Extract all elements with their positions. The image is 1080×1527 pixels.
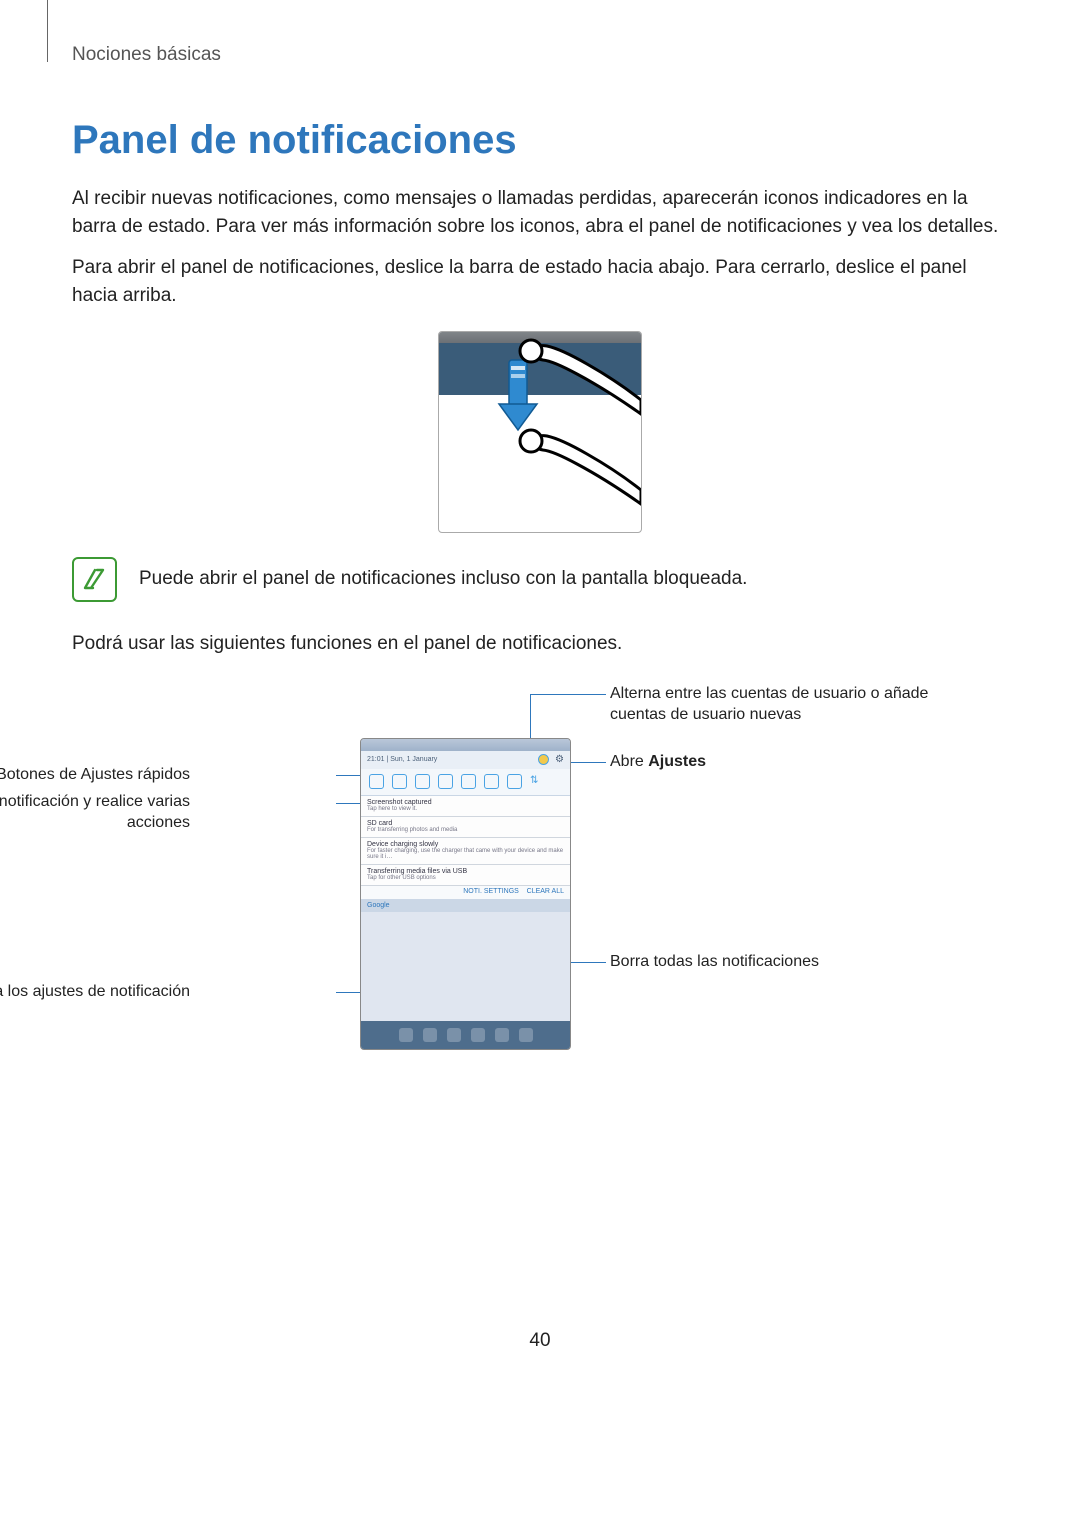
clear-all-link[interactable]: CLEAR ALL bbox=[527, 888, 564, 895]
note-text: Puede abrir el panel de notificaciones i… bbox=[139, 565, 747, 593]
notification-panel-diagram: Alterna entre las cuentas de usuario o a… bbox=[72, 680, 1008, 1070]
user-switch-icon[interactable] bbox=[538, 754, 549, 765]
callout-tap-notification: Pulse una notificación y realice varias … bbox=[0, 792, 190, 834]
note-icon bbox=[72, 557, 117, 602]
callout-quick-settings: Botones de Ajustes rápidos bbox=[0, 765, 190, 786]
callout-open-settings: Abre Ajustes bbox=[610, 752, 930, 773]
noti-settings-link[interactable]: NOTI. SETTINGS bbox=[463, 888, 519, 895]
paragraph-3: Podrá usar las siguientes funciones en e… bbox=[72, 630, 1008, 658]
paragraph-2: Para abrir el panel de notificaciones, d… bbox=[72, 254, 1008, 309]
quick-settings-row[interactable]: ⇅ bbox=[361, 769, 570, 796]
section-name: Nociones básicas bbox=[72, 44, 1008, 66]
callout-clear-all: Borra todas las notificaciones bbox=[610, 952, 930, 973]
notification-item[interactable]: Screenshot captured Tap here to view it. bbox=[361, 796, 570, 817]
notification-item[interactable]: Transferring media files via USB Tap for… bbox=[361, 865, 570, 886]
search-bar[interactable]: Google bbox=[361, 899, 570, 912]
page-number: 40 bbox=[72, 1330, 1008, 1352]
paragraph-1: Al recibir nuevas notificaciones, como m… bbox=[72, 185, 1008, 240]
notification-item[interactable]: Device charging slowly For faster chargi… bbox=[361, 838, 570, 865]
swipe-down-figure bbox=[72, 331, 1008, 533]
gear-icon[interactable]: ⚙ bbox=[555, 754, 564, 765]
callout-switch-user: Alterna entre las cuentas de usuario o a… bbox=[610, 684, 930, 726]
phone-time-date: 21:01 | Sun, 1 January bbox=[367, 756, 437, 763]
dock bbox=[361, 1021, 570, 1049]
phone-mock: 21:01 | Sun, 1 January ⚙ ⇅ Screenshot ca… bbox=[360, 738, 571, 1050]
notification-item[interactable]: SD card For transferring photos and medi… bbox=[361, 817, 570, 838]
page-title: Panel de notificaciones bbox=[72, 118, 1008, 163]
callout-notif-settings: Accede a los ajustes de notificación bbox=[0, 982, 190, 1003]
